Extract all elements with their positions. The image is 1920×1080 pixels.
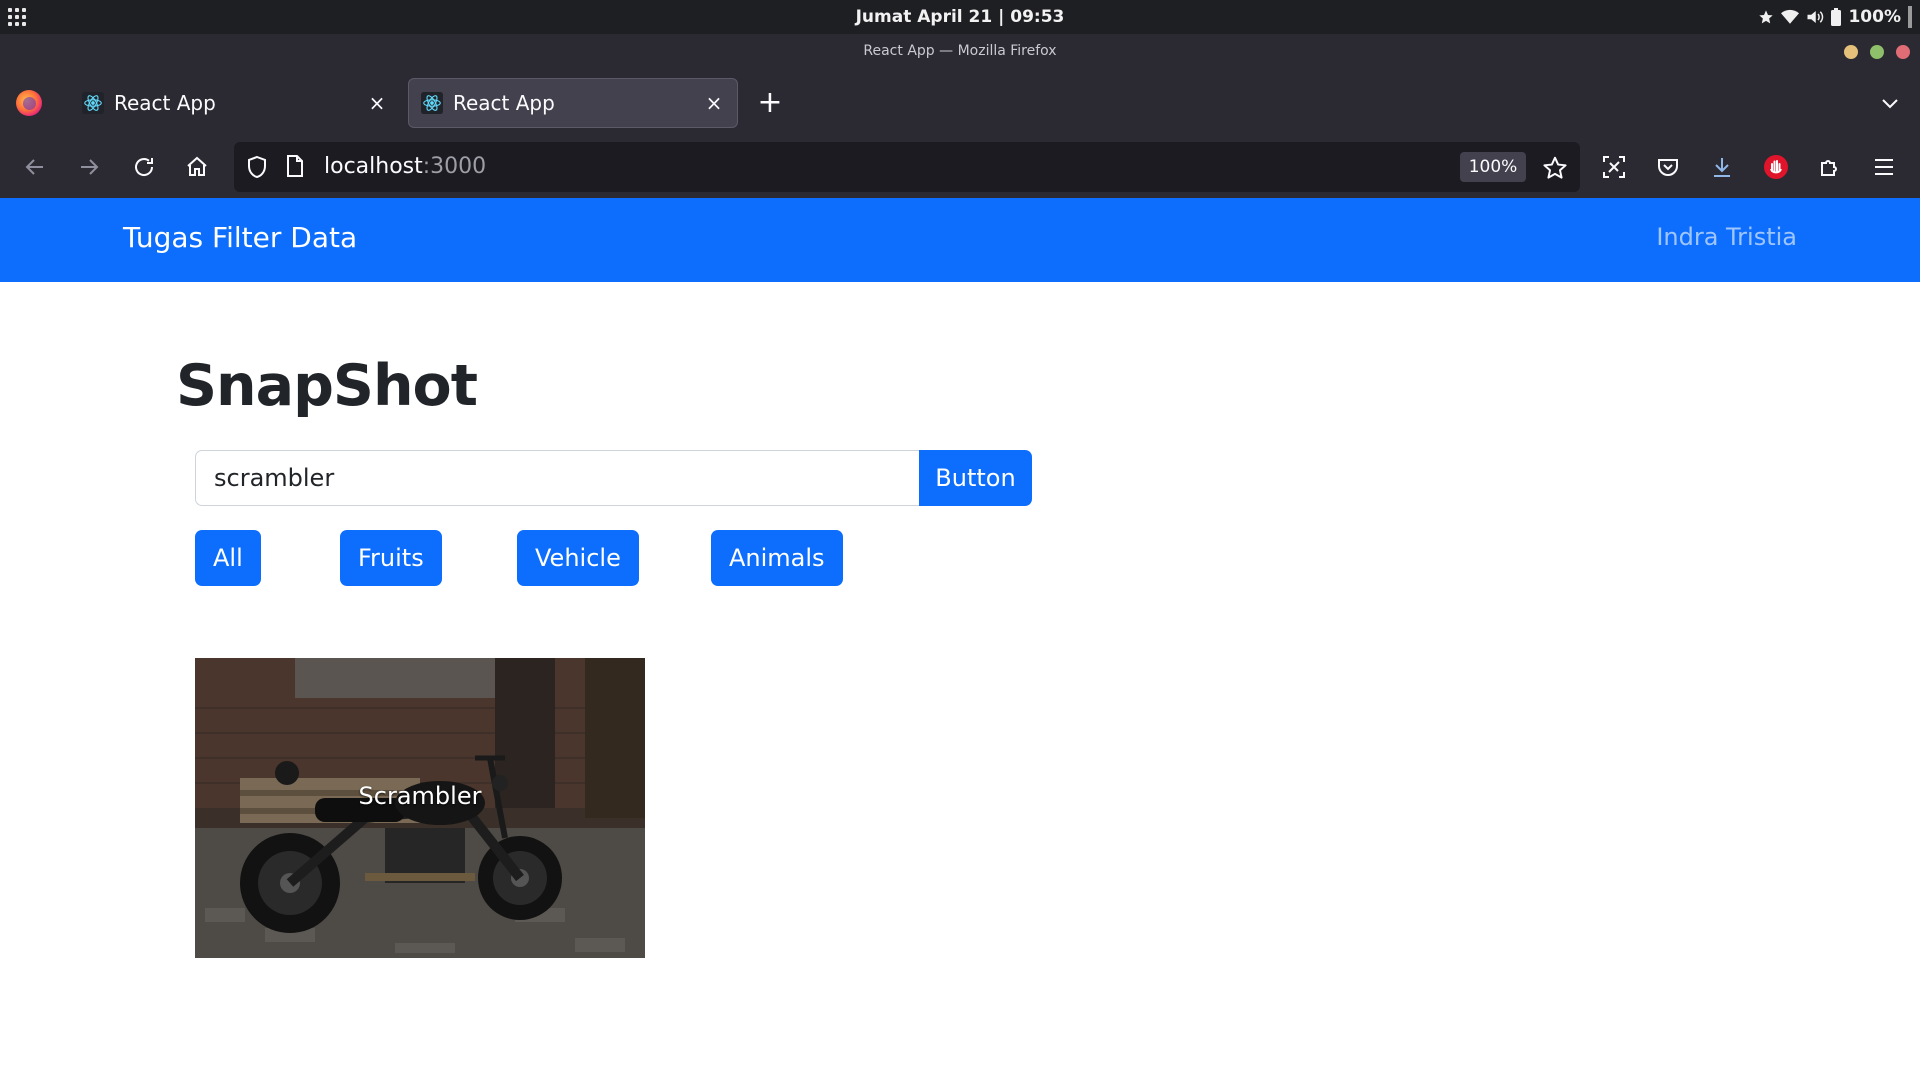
extension-ublock-button[interactable] (1759, 150, 1793, 184)
puzzle-icon (1821, 160, 1837, 176)
window-controls (1844, 45, 1910, 59)
tab-close-icon[interactable]: × (366, 91, 388, 115)
tab-label: React App (453, 91, 555, 115)
url-port: :3000 (422, 154, 487, 179)
window-title-bar: React App — Mozilla Firefox (0, 34, 1920, 68)
battery-icon (1831, 8, 1842, 26)
card-caption: Scrambler (358, 782, 482, 810)
search-group: Button (195, 450, 1032, 506)
screenshot-button[interactable] (1597, 150, 1631, 184)
url-text[interactable]: localhost:3000 (324, 154, 486, 179)
back-button[interactable] (18, 150, 52, 184)
extensions-button[interactable] (1813, 150, 1847, 184)
shield-icon[interactable] (246, 155, 268, 179)
battery-percent: 100% (1848, 7, 1901, 27)
tab-react-app-2[interactable]: React App × (408, 78, 738, 128)
hand-stop-icon (1764, 155, 1788, 179)
tab-react-app-1[interactable]: React App × (70, 78, 400, 128)
window-title: React App — Mozilla Firefox (863, 43, 1057, 59)
menu-button[interactable] (1867, 150, 1901, 184)
hamburger-menu-icon (1875, 159, 1893, 175)
pocket-button[interactable] (1651, 150, 1685, 184)
system-tray[interactable]: 100% (1758, 6, 1912, 28)
react-icon (82, 92, 104, 114)
page-title: SnapShot (176, 353, 478, 419)
os-clock[interactable]: Jumat April 21 | 09:53 (856, 7, 1065, 27)
wifi-icon (1781, 9, 1800, 24)
navbar-user-link[interactable]: Indra Tristia (1656, 223, 1797, 251)
arrow-right-icon (81, 159, 99, 175)
url-bar[interactable]: localhost:3000 100% (234, 142, 1580, 192)
os-top-bar: Jumat April 21 | 09:53 100% (0, 0, 1920, 34)
chevron-down-icon[interactable] (1880, 94, 1900, 114)
close-window-button[interactable] (1896, 45, 1910, 59)
star-icon (1759, 10, 1774, 24)
result-card[interactable]: Scrambler (195, 658, 645, 958)
navbar-brand[interactable]: Tugas Filter Data (123, 221, 357, 254)
navigation-toolbar: localhost:3000 100% (0, 136, 1920, 198)
filter-all-button[interactable]: All (195, 530, 261, 586)
filter-vehicle-button[interactable]: Vehicle (517, 530, 639, 586)
arrow-left-icon (25, 159, 43, 175)
forward-button[interactable] (72, 150, 106, 184)
new-tab-button[interactable]: + (756, 88, 784, 118)
download-icon (1714, 158, 1730, 177)
page-icon[interactable] (286, 155, 304, 177)
pocket-icon (1658, 159, 1678, 176)
minimize-button[interactable] (1844, 45, 1858, 59)
search-button[interactable]: Button (919, 450, 1032, 506)
tab-close-icon[interactable]: × (703, 91, 725, 115)
volume-icon (1807, 11, 1824, 23)
bookmark-star-icon[interactable] (1542, 155, 1568, 181)
search-input[interactable] (195, 450, 919, 506)
reload-icon (135, 158, 154, 176)
home-button[interactable] (180, 150, 214, 184)
downloads-button[interactable] (1705, 150, 1739, 184)
screenshot-icon (1603, 156, 1625, 178)
app-navbar: Tugas Filter Data Indra Tristia (0, 198, 1920, 282)
filter-animals-button[interactable]: Animals (711, 530, 843, 586)
page-viewport: Tugas Filter Data Indra Tristia SnapShot… (0, 198, 1920, 1080)
home-icon (187, 156, 207, 176)
filter-fruits-button[interactable]: Fruits (340, 530, 442, 586)
app-grid-icon[interactable] (8, 8, 26, 26)
zoom-level[interactable]: 100% (1460, 152, 1526, 182)
tab-label: React App (114, 91, 216, 115)
reload-button[interactable] (127, 150, 161, 184)
tab-strip: React App × React App × + (0, 68, 1920, 136)
react-icon (421, 92, 443, 114)
maximize-button[interactable] (1870, 45, 1884, 59)
firefox-icon[interactable] (16, 90, 42, 116)
url-host: localhost (324, 154, 423, 179)
tray-edge (1908, 6, 1912, 28)
